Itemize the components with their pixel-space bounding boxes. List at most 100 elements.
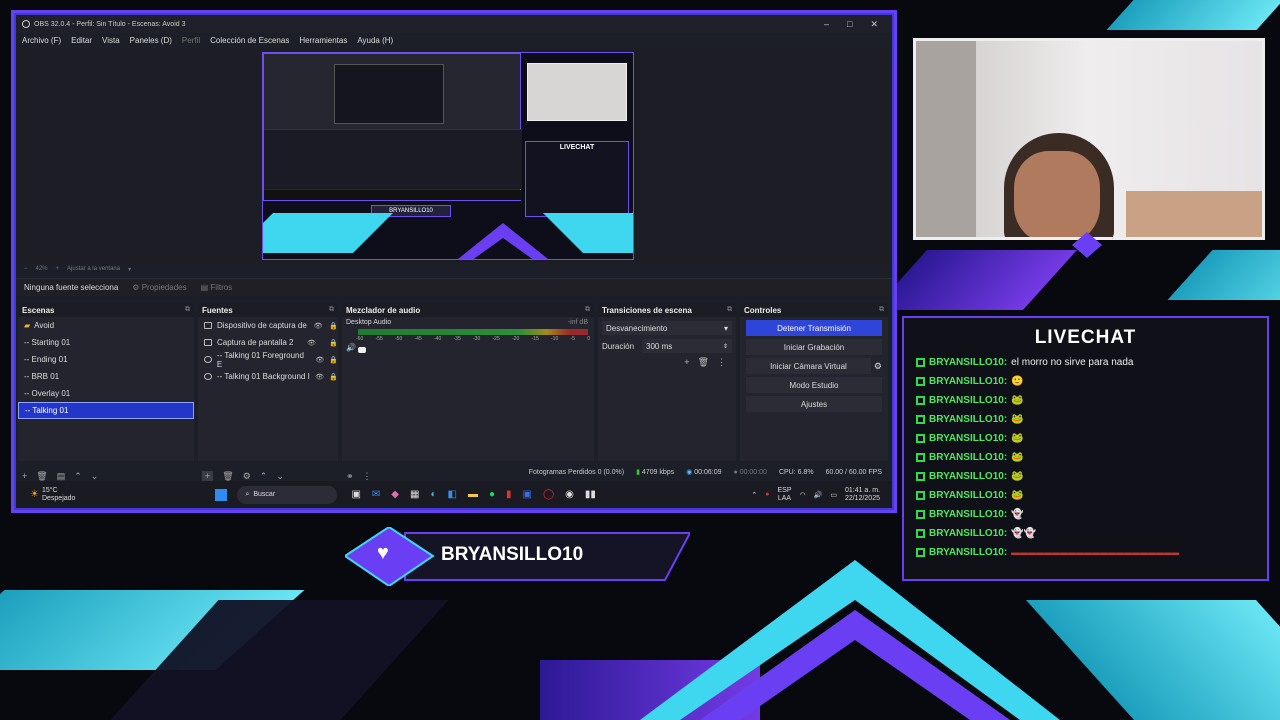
scene-item[interactable]: -- Ending 01	[18, 351, 194, 368]
menu-ayuda[interactable]: Ayuda (H)	[357, 36, 393, 45]
eye-icon[interactable]: 👁	[314, 322, 323, 330]
webcam-frame	[913, 38, 1265, 240]
source-item[interactable]: Captura de pantalla 2 👁 🔒	[198, 334, 338, 351]
chat-text: 👻	[1011, 509, 1024, 520]
livechat-panel: LIVECHAT BRYANSILLO10: el morro no sirve …	[902, 316, 1269, 581]
source-item[interactable]: -- Talking 01 Foreground E 👁 🔒	[198, 351, 338, 369]
chevron-down-icon[interactable]: ▾	[128, 266, 131, 273]
controls-header: Controles ⧉	[740, 303, 888, 317]
settings-button[interactable]: Ajustes	[746, 396, 882, 412]
chat-title: LIVECHAT	[1034, 327, 1137, 348]
menu-bar: Archivo (F) Editar Vista Paneles (D) Per…	[16, 33, 892, 47]
menu-vista[interactable]: Vista	[102, 36, 120, 45]
menu-coleccion[interactable]: Colección de Escenas	[210, 36, 289, 45]
source-item[interactable]: Dispositivo de captura de 👁 🔒	[198, 317, 338, 334]
windows-start-icon[interactable]	[215, 488, 228, 501]
eye-icon[interactable]: 👁	[315, 373, 324, 381]
volume-slider[interactable]	[358, 347, 366, 353]
scene-item[interactable]: -- BRB 01	[18, 368, 194, 385]
duration-input[interactable]: 300 ms ⇕	[642, 339, 732, 353]
heart-icon: ♥	[377, 542, 389, 564]
copilot-icon[interactable]: ◆	[391, 489, 399, 500]
speaker-icon[interactable]: 🔊	[346, 343, 356, 352]
maximize-button[interactable]: □	[847, 19, 852, 30]
lock-icon[interactable]: 🔒	[329, 373, 338, 381]
lock-icon[interactable]: 🔒	[329, 356, 338, 364]
weather-temp: 15°C	[41, 486, 58, 494]
obs-taskbar-icon[interactable]: ◉	[565, 489, 574, 500]
studio-mode-button[interactable]: Modo Estudio	[746, 377, 882, 393]
outlook-icon[interactable]: ✉	[372, 489, 380, 500]
minimize-button[interactable]: –	[824, 19, 829, 30]
more-icon[interactable]: ⋮	[717, 357, 726, 368]
volume-meter	[358, 329, 588, 335]
preview-canvas[interactable]: LIVECHAT BRYANSILLO10	[262, 52, 634, 260]
chat-badge-icon	[916, 434, 925, 443]
chat-message: BRYANSILLO10: 🐸	[904, 391, 1267, 410]
chat-badge-icon	[916, 491, 925, 500]
clock-time[interactable]: 01:41 a. m.	[845, 487, 880, 495]
eye-icon[interactable]: 👁	[315, 356, 324, 364]
gear-icon[interactable]: ⚙	[874, 361, 882, 372]
spotify-icon[interactable]: ●	[489, 489, 495, 500]
dock-options-icon[interactable]: ⧉	[727, 306, 736, 314]
wifi-icon[interactable]: ◠	[800, 491, 806, 499]
mixer-header: Mezclador de audio ⧉	[342, 303, 594, 317]
nested-deco	[543, 213, 633, 253]
volume-icon[interactable]: 🔊	[814, 491, 823, 499]
source-item[interactable]: -- Talking 01 Background I 👁 🔒	[198, 368, 338, 385]
menu-archivo[interactable]: Archivo (F)	[22, 36, 61, 45]
dock-options-icon[interactable]: ⧉	[185, 306, 194, 314]
battery-icon[interactable]: ▭	[830, 491, 837, 499]
title-bar: OBS 32.0.4 - Perfil: Sin Título - Escena…	[16, 15, 892, 33]
deco-stripe	[872, 250, 1078, 310]
store-icon[interactable]: ▦	[410, 489, 419, 500]
scene-item-selected[interactable]: -- Talking 01	[18, 402, 194, 419]
app-icon[interactable]: ▮	[506, 489, 512, 500]
edge-icon[interactable]: ◐	[430, 489, 436, 500]
menu-editar[interactable]: Editar	[71, 36, 92, 45]
dock-options-icon[interactable]: ⧉	[879, 306, 888, 314]
dock-options-icon[interactable]: ⧉	[585, 306, 594, 314]
app-icon[interactable]: ▣	[523, 489, 532, 500]
audio-app-icon[interactable]: ▮▮	[585, 489, 596, 500]
scene-item[interactable]: ▰ Avoid	[18, 317, 194, 334]
zoom-out-button[interactable]: −	[24, 266, 28, 273]
zoom-fit-select[interactable]: Ajustar a la ventana	[67, 266, 120, 273]
dock-options-icon[interactable]: ⧉	[329, 306, 338, 314]
scene-item[interactable]: -- Overlay 01	[18, 385, 194, 402]
properties-button[interactable]: ⚙ Propiedades	[132, 283, 186, 292]
filters-button[interactable]: ▤ Filtros	[201, 283, 233, 292]
window-title: OBS 32.0.4 - Perfil: Sin Título - Escena…	[34, 20, 186, 28]
scene-item[interactable]: -- Starting 01	[18, 334, 194, 351]
eye-icon[interactable]: 👁	[307, 339, 316, 347]
weather-desc: Despejado	[41, 494, 76, 502]
lock-icon[interactable]: 🔒	[329, 322, 338, 330]
menu-paneles[interactable]: Paneles (D)	[130, 36, 172, 45]
chat-message: BRYANSILLO10: 🐸	[904, 410, 1267, 429]
menu-herramientas[interactable]: Herramientas	[299, 36, 347, 45]
task-view-icon[interactable]: ▣	[351, 489, 360, 500]
stream-overlay: OBS 32.0.4 - Perfil: Sin Título - Escena…	[0, 0, 1280, 720]
trash-icon[interactable]: 🗑	[698, 357, 709, 368]
virtual-camera-button[interactable]: Iniciar Cámara Virtual	[746, 358, 871, 374]
tray-app-icon[interactable]: ●	[765, 491, 769, 498]
transition-select[interactable]: Desvanecimiento ▾	[602, 321, 732, 335]
stop-stream-button[interactable]: Detener Transmisión	[746, 320, 882, 336]
clock-date[interactable]: 22/12/2025	[845, 495, 880, 503]
chat-list: BRYANSILLO10: el morro no sirve para nada…	[904, 353, 1267, 562]
stepper-icon[interactable]: ⇕	[723, 343, 732, 350]
taskbar: ☀ 15°C Despejado ⌕ Buscar ▣ ✉ ◆ ▦ ◐ ◧ ▬ ●…	[16, 481, 892, 508]
explorer-icon[interactable]: ▬	[468, 489, 478, 500]
chat-app-icon[interactable]: ◧	[447, 489, 456, 500]
close-button[interactable]: ✕	[870, 19, 878, 30]
lock-icon[interactable]: 🔒	[329, 339, 338, 347]
add-icon[interactable]: +	[684, 357, 689, 368]
opera-icon[interactable]: ◯	[543, 489, 554, 500]
menu-perfil[interactable]: Perfil	[182, 36, 200, 45]
chat-user: BRYANSILLO10:	[929, 376, 1008, 387]
tray-chevron-icon[interactable]: ⌃	[751, 491, 757, 499]
taskbar-search[interactable]: ⌕ Buscar	[237, 485, 338, 504]
start-recording-button[interactable]: Iniciar Grabación	[746, 339, 882, 355]
zoom-in-button[interactable]: +	[56, 266, 60, 273]
